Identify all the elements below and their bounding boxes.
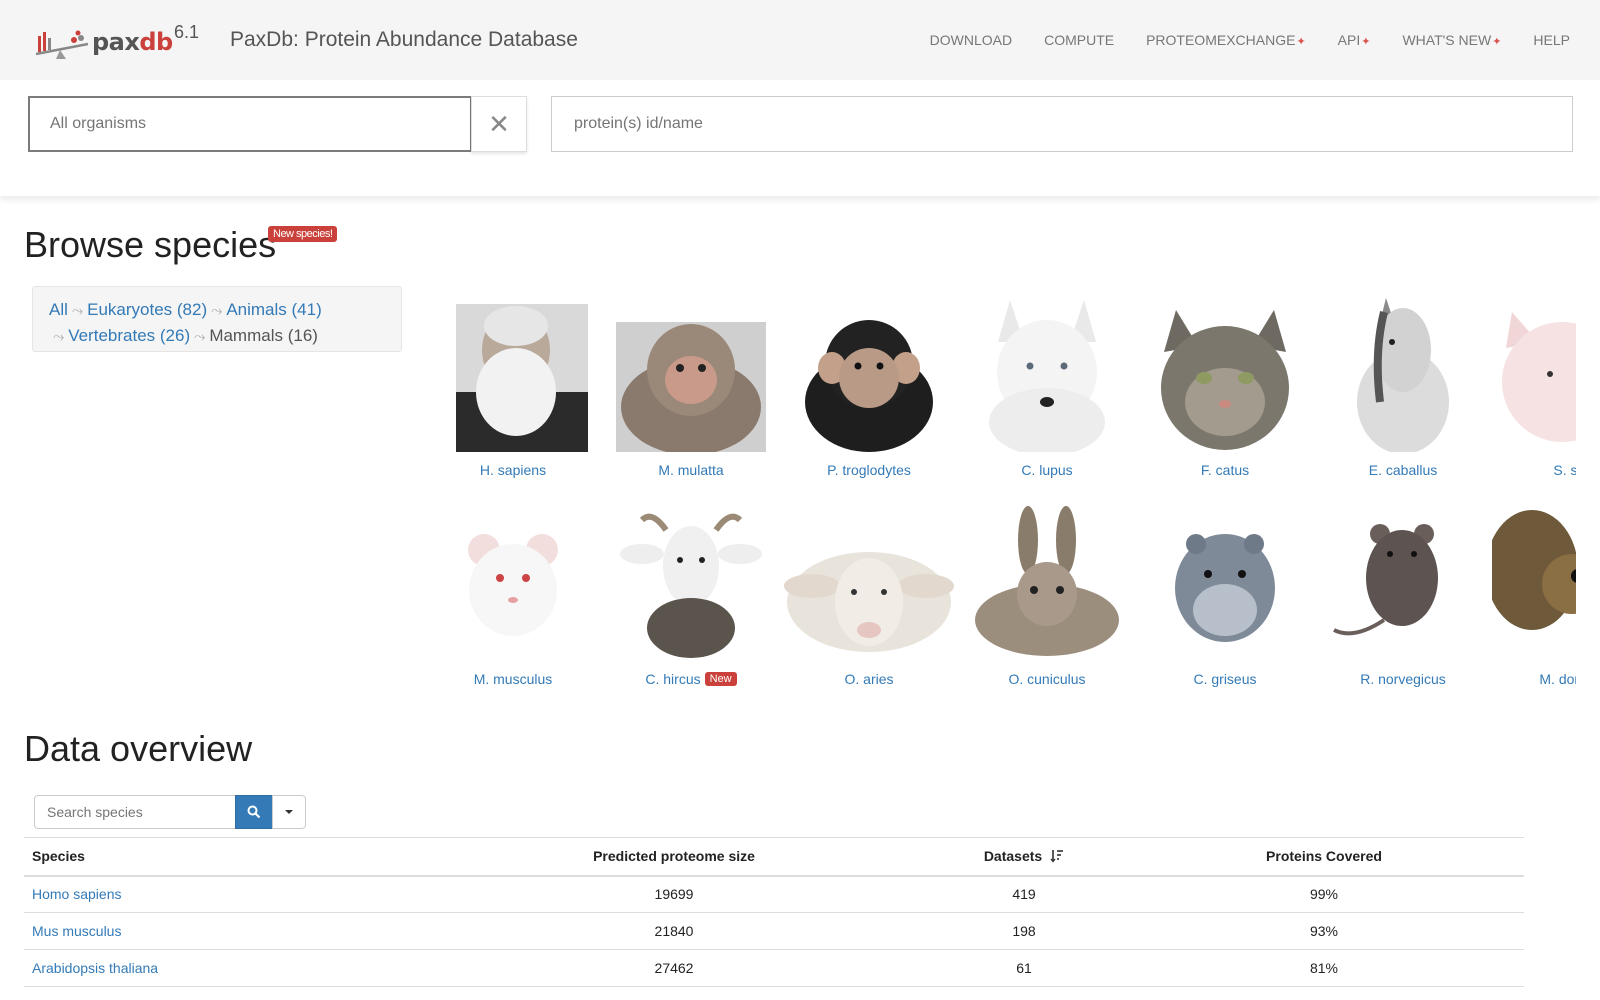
nav-compute[interactable]: COMPUTE bbox=[1044, 32, 1114, 48]
sort-desc-icon bbox=[1050, 850, 1064, 863]
breadcrumb-separator-icon: ⤳ bbox=[53, 328, 65, 344]
organism-select-input[interactable] bbox=[28, 96, 472, 152]
nav-whats-new[interactable]: WHAT'S NEW✦ bbox=[1402, 32, 1501, 48]
opossum-image bbox=[1492, 510, 1576, 630]
species-label[interactable]: F. catus bbox=[1136, 462, 1314, 478]
species-label[interactable]: C. hircus New bbox=[602, 671, 780, 687]
human-portrait-image bbox=[456, 304, 588, 452]
proteome-size-cell: 21840 bbox=[424, 912, 924, 950]
sparkle-icon: ✦ bbox=[1296, 36, 1306, 48]
macaque-image bbox=[616, 322, 766, 452]
new-species-badge: New species! bbox=[268, 226, 338, 242]
species-overview-table: Species Predicted proteome size Datasets… bbox=[24, 837, 1524, 987]
sheep-image bbox=[784, 552, 954, 652]
taxonomy-breadcrumb: All ⤳ Eukaryotes (82) ⤳ Animals (41) ⤳ Verteb… bbox=[32, 286, 402, 352]
rabbit-image bbox=[975, 506, 1119, 656]
breadcrumb-mammals: Mammals (16) bbox=[209, 326, 318, 345]
caret-down-icon bbox=[285, 810, 293, 814]
wolf-image bbox=[989, 300, 1105, 452]
top-navbar: paxdb 6.1 PaxDb: Protein Abundance Datab… bbox=[0, 0, 1600, 80]
search-band: ✕ bbox=[0, 80, 1600, 196]
coverage-cell: 99% bbox=[1124, 875, 1524, 913]
species-label[interactable]: C. griseus bbox=[1136, 671, 1314, 687]
species-label[interactable]: C. lupus bbox=[958, 462, 1136, 478]
species-gallery: H. sapiens M. mulatta P. troglodytes C. … bbox=[424, 292, 1576, 702]
table-row: Mus musculus 21840 198 93% bbox=[24, 912, 1524, 950]
species-label[interactable]: R. norvegicus bbox=[1314, 671, 1492, 687]
coverage-cell: 81% bbox=[1124, 949, 1524, 987]
nav-download[interactable]: DOWNLOAD bbox=[930, 32, 1012, 48]
breadcrumb-animals[interactable]: Animals (41) bbox=[226, 300, 321, 319]
datasets-cell: 61 bbox=[924, 949, 1124, 987]
logo-version: 6.1 bbox=[174, 22, 200, 42]
column-header-proteins-covered[interactable]: Proteins Covered bbox=[1124, 837, 1524, 877]
species-search-button[interactable] bbox=[235, 795, 273, 829]
species-label[interactable]: O. aries bbox=[780, 671, 958, 687]
breadcrumb-separator-icon: ⤳ bbox=[71, 302, 84, 318]
coverage-cell: 93% bbox=[1124, 912, 1524, 950]
species-label[interactable]: O. cuniculus bbox=[958, 671, 1136, 687]
species-label[interactable]: H. sapiens bbox=[424, 462, 602, 478]
nav-help[interactable]: HELP bbox=[1533, 32, 1570, 48]
pig-image bbox=[1502, 312, 1576, 442]
search-icon bbox=[247, 805, 261, 819]
species-link[interactable]: Arabidopsis thaliana bbox=[24, 949, 424, 987]
nav-api[interactable]: API✦ bbox=[1338, 32, 1371, 48]
species-label[interactable]: M. mulatta bbox=[602, 462, 780, 478]
rat-image bbox=[1333, 524, 1438, 636]
site-title[interactable]: PaxDb: Protein Abundance Database bbox=[230, 28, 578, 52]
table-header-row: Species Predicted proteome size Datasets… bbox=[24, 837, 1524, 877]
proteome-size-cell: 19699 bbox=[424, 875, 924, 913]
species-label[interactable]: P. troglodytes bbox=[780, 462, 958, 478]
nav-proteomexchange[interactable]: PROTEOMEXCHANGE✦ bbox=[1146, 32, 1306, 48]
protein-search-input[interactable] bbox=[551, 96, 1573, 152]
breadcrumb-eukaryotes[interactable]: Eukaryotes (82) bbox=[87, 300, 207, 319]
breadcrumb-separator-icon: ⤳ bbox=[194, 328, 206, 344]
species-link[interactable]: Mus musculus bbox=[24, 912, 424, 950]
column-header-datasets[interactable]: Datasets bbox=[924, 837, 1124, 877]
browse-species-heading: Browse species bbox=[24, 224, 277, 265]
hamster-image bbox=[1175, 534, 1275, 642]
mouse-image bbox=[468, 534, 558, 636]
horse-image bbox=[1357, 298, 1449, 452]
goat-image bbox=[620, 513, 762, 658]
seesaw-logo-icon bbox=[35, 30, 89, 59]
species-label[interactable]: M. domestica bbox=[1492, 671, 1576, 687]
breadcrumb-separator-icon: ⤳ bbox=[211, 302, 223, 318]
species-filter-dropdown[interactable] bbox=[272, 795, 306, 829]
species-label[interactable]: M. musculus bbox=[424, 671, 602, 687]
data-overview-heading: Data overview bbox=[24, 728, 253, 769]
datasets-cell: 419 bbox=[924, 875, 1124, 913]
proteome-size-cell: 27462 bbox=[424, 949, 924, 987]
column-header-proteome-size[interactable]: Predicted proteome size bbox=[424, 837, 924, 877]
breadcrumb-vertebrates[interactable]: Vertebrates (26) bbox=[68, 326, 190, 345]
chimpanzee-image bbox=[805, 320, 933, 452]
column-header-species[interactable]: Species bbox=[24, 837, 424, 877]
paxdb-logo[interactable]: paxdb 6.1 bbox=[34, 22, 202, 60]
breadcrumb-all[interactable]: All bbox=[49, 300, 68, 319]
sparkle-icon: ✦ bbox=[1361, 36, 1371, 48]
species-label[interactable]: E. caballus bbox=[1314, 462, 1492, 478]
species-search-input[interactable] bbox=[34, 795, 236, 829]
close-icon: ✕ bbox=[488, 108, 510, 139]
cat-image bbox=[1161, 310, 1289, 450]
species-link[interactable]: Homo sapiens bbox=[24, 875, 424, 913]
table-row: Homo sapiens 19699 419 99% bbox=[24, 875, 1524, 913]
datasets-cell: 198 bbox=[924, 912, 1124, 950]
sparkle-icon: ✦ bbox=[1492, 36, 1502, 48]
species-label[interactable]: S. scrofa bbox=[1492, 462, 1576, 478]
logo-wordmark: paxdb bbox=[92, 28, 173, 56]
clear-organism-button[interactable]: ✕ bbox=[471, 96, 527, 152]
main-nav: DOWNLOAD COMPUTE PROTEOMEXCHANGE✦ API✦ W… bbox=[898, 32, 1570, 48]
table-row: Arabidopsis thaliana 27462 61 81% bbox=[24, 949, 1524, 987]
new-badge: New bbox=[704, 672, 737, 686]
